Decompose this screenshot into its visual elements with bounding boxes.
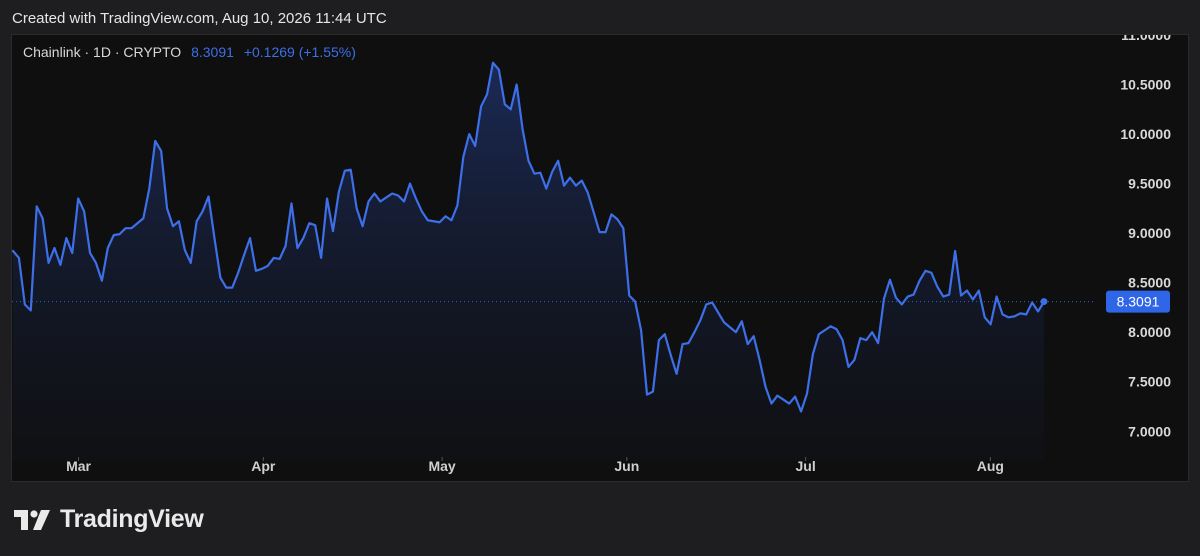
y-tick-label: 7.0000 [1128, 423, 1171, 439]
y-tick-label: 10.5000 [1120, 77, 1171, 93]
y-tick-label: 8.5000 [1128, 275, 1171, 291]
x-tick-label: May [428, 458, 455, 474]
chart-panel[interactable]: 7.0000 7.5000 8.0000 8.5000 9.0000 9.5000 10.0… [11, 34, 1189, 482]
y-tick-label: 11.0000 [1121, 35, 1171, 43]
symbol-label: Chainlink · 1D · CRYPTO [23, 44, 182, 60]
tradingview-logo-icon [14, 509, 50, 530]
last-point [1040, 298, 1048, 306]
y-tick-label: 8.0000 [1128, 324, 1171, 340]
tradingview-logo[interactable]: TradingView [14, 505, 204, 534]
svg-text:8.3091: 8.3091 [1117, 294, 1160, 310]
y-tick-label: 9.5000 [1128, 176, 1171, 192]
y-tick-label: 10.0000 [1120, 126, 1171, 142]
logo-text: TradingView [60, 505, 204, 533]
last-price-label: 8.3091 [1106, 290, 1170, 313]
y-tick-label: 7.5000 [1128, 374, 1171, 390]
x-tick-label: Mar [66, 458, 91, 474]
x-tick-label: Jul [796, 458, 816, 474]
y-tick-label: 9.0000 [1128, 225, 1171, 241]
x-tick-label: Aug [977, 458, 1004, 474]
created-with-header: Created with TradingView.com, Aug 10, 20… [12, 10, 387, 27]
legend-change: +0.1269 (+1.55%) [243, 44, 356, 60]
legend-price: 8.3091 [191, 44, 234, 60]
x-tick-label: Apr [251, 458, 276, 474]
chart-legend: Chainlink · 1D · CRYPTO 8.3091 +0.1269 (… [23, 44, 356, 60]
x-tick-label: Jun [614, 458, 639, 474]
series-area-fill [13, 62, 1044, 462]
price-chart[interactable]: 7.0000 7.5000 8.0000 8.5000 9.0000 9.5000 10.0… [12, 35, 1188, 481]
